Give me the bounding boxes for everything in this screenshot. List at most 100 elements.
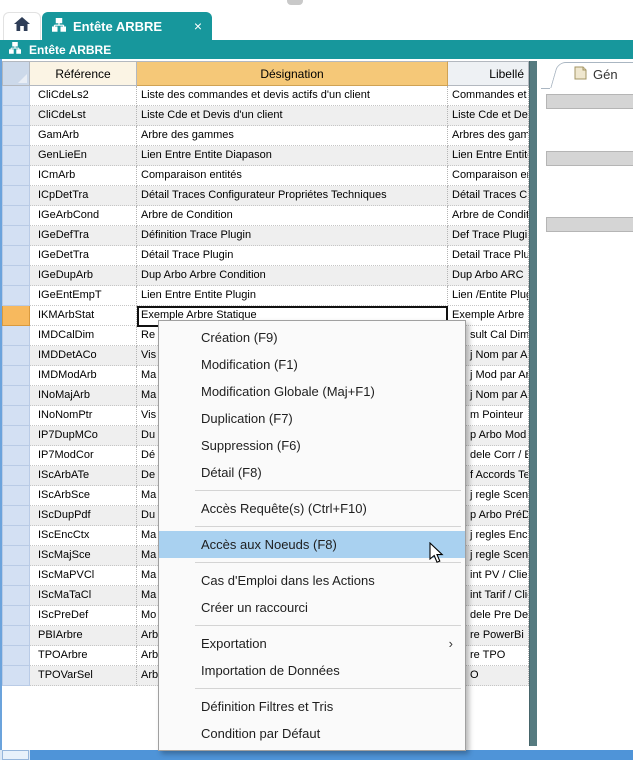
cell-designation[interactable]: Lien Entre Entite Diapason [137, 146, 448, 166]
cell-designation[interactable]: Liste des commandes et devis actifs d'un… [137, 86, 448, 106]
cell-libelle[interactable]: Lien /Entite Plugin [448, 286, 529, 306]
cell-reference[interactable]: GamArb [30, 126, 137, 146]
cell-reference[interactable]: IGeEntEmpT [30, 286, 137, 306]
cell-reference[interactable]: IGeDetTra [30, 246, 137, 266]
column-header-designation[interactable]: Désignation [137, 61, 448, 86]
row-selector-cell[interactable] [2, 166, 30, 186]
table-row[interactable]: CliCdeLs2Liste des commandes et devis ac… [2, 86, 529, 106]
row-selector-cell[interactable] [2, 606, 30, 626]
cell-designation[interactable]: Arbre de Condition [137, 206, 448, 226]
cell-reference[interactable]: TPOVarSel [30, 666, 137, 686]
cell-reference[interactable]: IScEncCtx [30, 526, 137, 546]
row-selector-cell[interactable] [2, 666, 30, 686]
menu-item[interactable]: Exportation› [159, 630, 465, 657]
cell-designation[interactable]: Lien Entre Entite Plugin [137, 286, 448, 306]
cell-libelle[interactable]: Comparaison entit [448, 166, 529, 186]
tab-entete-arbre[interactable]: Entête ARBRE × [42, 12, 212, 40]
cell-designation[interactable]: Comparaison entités [137, 166, 448, 186]
cell-reference[interactable]: IScMaPVCl [30, 566, 137, 586]
cell-reference[interactable]: IGeDefTra [30, 226, 137, 246]
row-selector-cell[interactable] [2, 386, 30, 406]
cell-reference[interactable]: IMDDetACo [30, 346, 137, 366]
table-row[interactable]: ICmArbComparaison entitésComparaison ent… [2, 166, 529, 186]
menu-item[interactable]: Accès aux Noeuds (F8) [159, 531, 465, 558]
cell-libelle[interactable]: Lien Entre Entite D [448, 146, 529, 166]
cell-libelle[interactable]: Detail Trace Plugi [448, 246, 529, 266]
tab-close-icon[interactable]: × [194, 19, 202, 33]
menu-item[interactable]: Modification Globale (Maj+F1) [159, 378, 465, 405]
horizontal-scrollbar-button[interactable] [2, 750, 29, 760]
row-selector-cell[interactable] [2, 286, 30, 306]
cell-reference[interactable]: IScDupPdf [30, 506, 137, 526]
cell-designation[interactable]: Dup Arbo Arbre Condition [137, 266, 448, 286]
cell-reference[interactable]: IScArbATe [30, 466, 137, 486]
cell-designation[interactable]: Détail Trace Plugin [137, 246, 448, 266]
cell-libelle[interactable]: Dup Arbo ARC [448, 266, 529, 286]
menu-item[interactable]: Accès Requête(s) (Ctrl+F10) [159, 495, 465, 522]
row-selector-cell[interactable] [2, 586, 30, 606]
column-header-libelle[interactable]: Libellé [448, 61, 529, 86]
cell-libelle[interactable]: Détail Traces CPT [448, 186, 529, 206]
row-selector-cell[interactable] [2, 126, 30, 146]
row-selector-cell[interactable] [2, 566, 30, 586]
row-selector-cell[interactable] [2, 146, 30, 166]
cell-reference[interactable]: IP7ModCor [30, 446, 137, 466]
cell-libelle[interactable]: Def Trace Plugin [448, 226, 529, 246]
row-selector-cell[interactable] [2, 486, 30, 506]
menu-item[interactable]: Suppression (F6) [159, 432, 465, 459]
cell-libelle[interactable]: Arbre de Condition [448, 206, 529, 226]
row-selector-cell[interactable] [2, 506, 30, 526]
row-selector-cell[interactable] [2, 406, 30, 426]
cell-reference[interactable]: IMDModArb [30, 366, 137, 386]
cell-reference[interactable]: TPOArbre [30, 646, 137, 666]
cell-designation[interactable]: Liste Cde et Devis d'un client [137, 106, 448, 126]
cell-reference[interactable]: IMDCalDim [30, 326, 137, 346]
cell-libelle[interactable]: Commandes et De [448, 86, 529, 106]
row-selector-cell[interactable] [2, 86, 30, 106]
cell-reference[interactable]: ICmArb [30, 166, 137, 186]
cell-reference[interactable]: IScMajSce [30, 546, 137, 566]
cell-reference[interactable]: INoMajArb [30, 386, 137, 406]
row-selector-cell[interactable] [2, 426, 30, 446]
row-selector-cell[interactable] [2, 366, 30, 386]
panel-tab-general[interactable]: Gén [548, 62, 633, 88]
cell-reference[interactable]: ICpDetTra [30, 186, 137, 206]
cell-designation[interactable]: Arbre des gammes [137, 126, 448, 146]
tab-home[interactable] [3, 12, 41, 40]
cell-reference[interactable]: IScMaTaCl [30, 586, 137, 606]
row-selector-cell[interactable] [2, 106, 30, 126]
cell-reference[interactable]: PBIArbre [30, 626, 137, 646]
column-header-reference[interactable]: Référence [30, 61, 137, 86]
menu-item[interactable]: Modification (F1) [159, 351, 465, 378]
table-row[interactable]: ICpDetTraDétail Traces Configurateur Pro… [2, 186, 529, 206]
cell-reference[interactable]: IP7DupMCo [30, 426, 137, 446]
row-selector-cell[interactable] [2, 446, 30, 466]
row-selector-cell[interactable] [2, 466, 30, 486]
select-all-corner[interactable] [2, 61, 30, 86]
cell-reference[interactable]: IKMArbStat [30, 306, 137, 326]
horizontal-scrollbar-thumb[interactable] [30, 750, 633, 760]
row-selector-cell[interactable] [2, 226, 30, 246]
row-selector-cell[interactable] [2, 526, 30, 546]
menu-item[interactable]: Définition Filtres et Tris [159, 693, 465, 720]
vertical-scrollbar[interactable] [529, 61, 537, 746]
table-row[interactable]: CliCdeLstListe Cde et Devis d'un clientL… [2, 106, 529, 126]
row-selector-cell[interactable] [2, 206, 30, 226]
row-selector-cell[interactable] [2, 266, 30, 286]
cell-designation[interactable]: Définition Trace Plugin [137, 226, 448, 246]
menu-item[interactable]: Cas d'Emploi dans les Actions [159, 567, 465, 594]
cell-reference[interactable]: IScArbSce [30, 486, 137, 506]
row-selector-cell[interactable] [2, 306, 30, 326]
cell-designation[interactable]: Détail Traces Configurateur Propriétes T… [137, 186, 448, 206]
row-selector-cell[interactable] [2, 346, 30, 366]
cell-reference[interactable]: CliCdeLs2 [30, 86, 137, 106]
menu-item[interactable]: Importation de Données [159, 657, 465, 684]
table-row[interactable]: IGeDefTraDéfinition Trace PluginDef Trac… [2, 226, 529, 246]
cell-reference[interactable]: IGeDupArb [30, 266, 137, 286]
menu-item[interactable]: Condition par Défaut [159, 720, 465, 747]
cell-reference[interactable]: INoNomPtr [30, 406, 137, 426]
table-row[interactable]: GamArbArbre des gammesArbres des gamme [2, 126, 529, 146]
cell-reference[interactable]: CliCdeLst [30, 106, 137, 126]
row-selector-cell[interactable] [2, 246, 30, 266]
table-row[interactable]: IGeDetTraDétail Trace PluginDetail Trace… [2, 246, 529, 266]
